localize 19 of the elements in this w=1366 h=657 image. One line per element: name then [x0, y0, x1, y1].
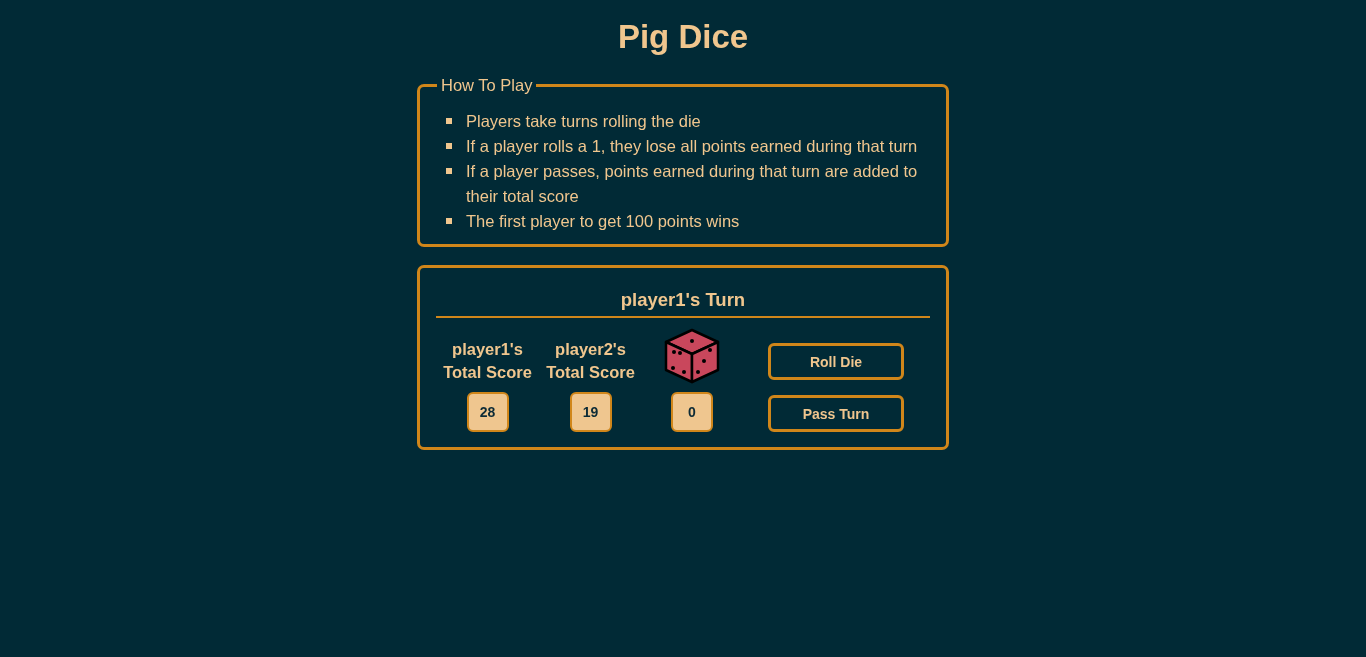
rule-text: If a player passes, points earned during that turn are added to their total score [466, 161, 919, 207]
bullet-icon [446, 168, 452, 174]
player-score-label: player2's Total Score [545, 339, 636, 383]
rule-text: The first player to get 100 points wins [466, 211, 740, 232]
page-title: Pig Dice [617, 17, 749, 57]
bullet-icon [446, 118, 452, 124]
score-counter: 19 [569, 392, 612, 432]
score-counter: 28 [466, 392, 509, 432]
bullet-icon [446, 218, 452, 224]
turn-points-counter: 0 [671, 392, 713, 432]
panel-legend: How To Play [437, 75, 537, 95]
player-score-label: player1's Total Score [442, 339, 533, 383]
rule-text: Players take turns rolling the die [466, 111, 701, 132]
game-button[interactable]: Roll Die [768, 343, 904, 380]
turn-heading: player1's Turn [619, 288, 747, 312]
game-button[interactable]: Pass Turn [768, 395, 904, 432]
die-icon [664, 328, 720, 384]
rule-text: If a player rolls a 1, they lose all points earned during that turn [466, 136, 918, 157]
bullet-icon [446, 143, 452, 149]
